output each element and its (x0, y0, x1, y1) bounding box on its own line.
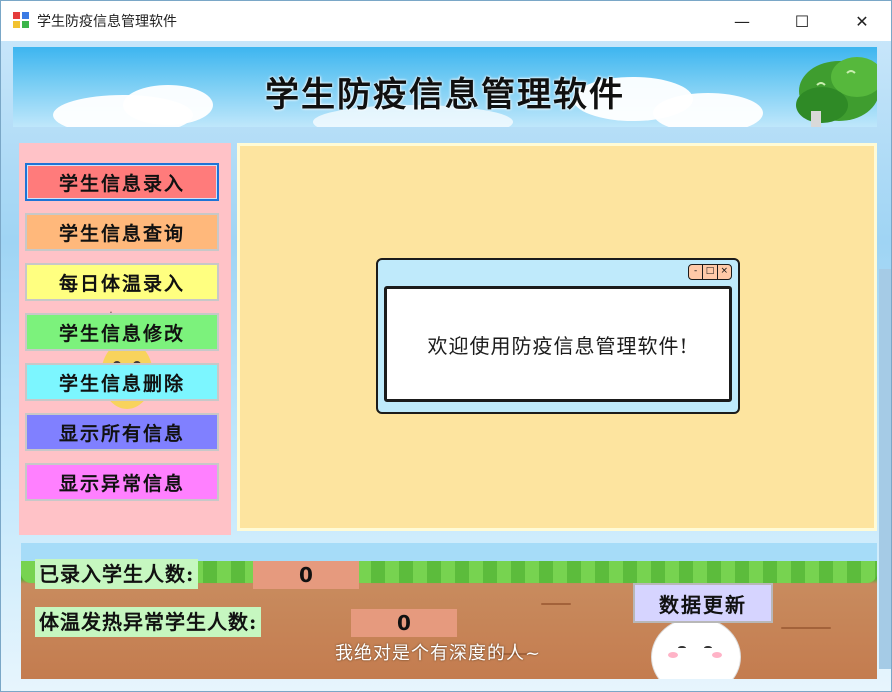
enrolled-count-value: 0 (253, 561, 359, 589)
update-data-label: 数据更新 (659, 592, 747, 617)
dialog-body: 欢迎使用防疫信息管理软件! (384, 286, 732, 402)
banner-title: 学生防疫信息管理软件 (265, 75, 625, 115)
menu-item-label: 学生信息删除 (58, 372, 185, 395)
header-banner: 学生防疫信息管理软件 (13, 47, 877, 127)
window-title: 学生防疫信息管理软件 (37, 14, 177, 30)
menu-item-student-query[interactable]: 学生信息查询 (25, 213, 219, 251)
minimize-button[interactable]: — (719, 1, 765, 41)
dialog-minimize-icon: - (689, 265, 704, 279)
dialog-controls: - □ × (688, 264, 732, 280)
enrolled-count-label: 已录入学生人数: (35, 559, 199, 589)
fever-count-label: 体温发热异常学生人数: (35, 607, 262, 637)
welcome-message: 欢迎使用防疫信息管理软件! (427, 333, 689, 358)
mascot-creature (651, 617, 741, 679)
dialog-maximize-icon: □ (703, 265, 718, 279)
fever-count-value: 0 (351, 609, 457, 637)
maximize-button[interactable]: ☐ (779, 1, 825, 41)
app-window: 学生防疫信息管理软件 — ☐ ✕ 学生防疫信息管理软件 学生信息录入 学生信息查… (0, 0, 892, 692)
menu-item-label: 学生信息修改 (58, 322, 185, 345)
main-content-panel: - □ × 欢迎使用防疫信息管理软件! (237, 143, 877, 531)
motto-text: 我绝对是个有深度的人~ (335, 643, 542, 664)
sidebar-menu: 学生信息录入 学生信息查询 每日体温录入 学生信息修改 学生信息删除 显示所有信… (19, 143, 231, 535)
update-data-button[interactable]: 数据更新 (633, 583, 773, 623)
welcome-dialog: - □ × 欢迎使用防疫信息管理软件! (376, 258, 740, 414)
app-icon (13, 12, 30, 29)
menu-item-label: 显示异常信息 (58, 472, 185, 495)
close-button[interactable]: ✕ (839, 1, 885, 41)
menu-item-student-delete[interactable]: 学生信息删除 (25, 363, 219, 401)
menu-item-label: 每日体温录入 (58, 272, 185, 295)
maximize-icon: ☐ (794, 11, 810, 31)
menu-item-label: 显示所有信息 (58, 422, 185, 445)
menu-item-show-all[interactable]: 显示所有信息 (25, 413, 219, 451)
menu-item-student-edit[interactable]: 学生信息修改 (25, 313, 219, 351)
title-bar: 学生防疫信息管理软件 — ☐ ✕ (1, 1, 891, 41)
menu-item-show-abnormal[interactable]: 显示异常信息 (25, 463, 219, 501)
menu-item-label: 学生信息查询 (58, 222, 185, 245)
menu-item-label: 学生信息录入 (58, 172, 185, 195)
statistics-panel: 已录入学生人数: 0 体温发热异常学生人数: 0 数据更新 我绝对是个有深度的人… (21, 543, 877, 679)
close-icon: ✕ (855, 11, 869, 31)
minimize-icon: — (734, 11, 750, 31)
menu-item-student-entry[interactable]: 学生信息录入 (25, 163, 219, 201)
window-edge (879, 269, 891, 669)
menu-item-temperature-entry[interactable]: 每日体温录入 (25, 263, 219, 301)
dialog-close-icon: × (720, 266, 729, 276)
